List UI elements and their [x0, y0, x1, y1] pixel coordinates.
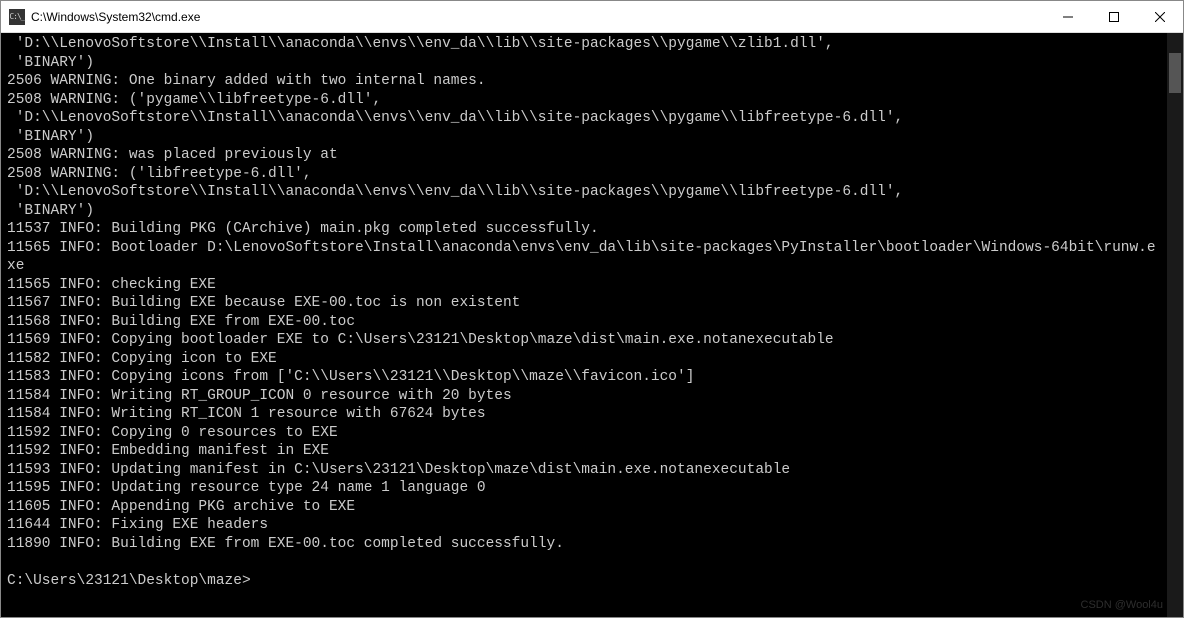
- maximize-button[interactable]: [1091, 1, 1137, 32]
- close-button[interactable]: [1137, 1, 1183, 32]
- app-icon: C:\_: [9, 9, 25, 25]
- minimize-button[interactable]: [1045, 1, 1091, 32]
- titlebar[interactable]: C:\_ C:\Windows\System32\cmd.exe: [1, 1, 1183, 33]
- terminal-output[interactable]: 'D:\\LenovoSoftstore\\Install\\anaconda\…: [1, 33, 1167, 617]
- terminal-area[interactable]: 'D:\\LenovoSoftstore\\Install\\anaconda\…: [1, 33, 1183, 617]
- scrollbar-thumb[interactable]: [1169, 53, 1181, 93]
- scrollbar-track[interactable]: [1167, 33, 1183, 617]
- window-title: C:\Windows\System32\cmd.exe: [31, 10, 1045, 24]
- main-window: C:\_ C:\Windows\System32\cmd.exe 'D:\\Le…: [0, 0, 1184, 618]
- window-controls: [1045, 1, 1183, 32]
